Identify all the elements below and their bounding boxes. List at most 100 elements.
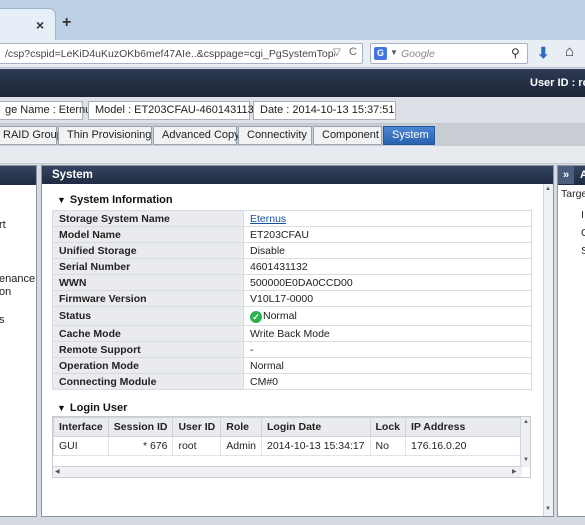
url-text[interactable]: /csp?cspid=LeKiD4uKuzOKb6mef47AIe..&cspp… <box>5 48 335 60</box>
collapse-triangle-icon[interactable]: ▼ <box>57 195 66 205</box>
search-engine-dropdown-icon[interactable]: ▼ <box>390 48 398 57</box>
tab-system[interactable]: System <box>383 126 435 145</box>
vertical-scrollbar[interactable]: ▲ ▼ <box>520 417 530 467</box>
scroll-up-icon[interactable]: ▲ <box>545 186 551 192</box>
url-bar[interactable]: /csp?cspid=LeKiD4uKuzOKb6mef47AIe..&cspp… <box>0 43 363 64</box>
login-user-header[interactable]: ▼ Login User <box>57 402 127 414</box>
collapse-triangle-icon[interactable]: ▼ <box>57 403 66 413</box>
table-row: Remote Support - <box>52 341 532 358</box>
search-input[interactable]: Google <box>401 48 435 60</box>
field-label: Serial Number <box>52 258 244 275</box>
field-value: Write Back Mode <box>243 325 532 342</box>
column-header[interactable]: Session ID <box>107 417 174 437</box>
column-header[interactable]: User ID <box>172 417 222 437</box>
search-icon[interactable]: ⚲ <box>511 46 520 60</box>
login-user-table: Interface Session ID User ID Role Login … <box>53 417 521 456</box>
column-header[interactable]: IP Address <box>405 417 521 437</box>
table-cell: Admin <box>220 436 262 456</box>
left-nav-item[interactable]: s <box>0 314 5 326</box>
action-item[interactable]: I <box>581 209 584 221</box>
panel-scrollbar[interactable]: ▲ ▼ <box>543 184 553 516</box>
system-panel: System ▼ System Information Storage Syste… <box>41 165 554 517</box>
field-value: ✓ Normal <box>243 306 532 326</box>
table-row: Cache Mode Write Back Mode <box>52 325 532 342</box>
field-value: Disable <box>243 242 532 259</box>
table-row[interactable]: GUI * 676 root Admin 2014-10-13 15:34:17… <box>53 436 521 456</box>
table-cell: No <box>369 436 407 456</box>
tab-advanced-copy[interactable]: Advanced Copy <box>153 126 240 145</box>
column-header[interactable]: Interface <box>53 417 109 437</box>
field-value: CM#0 <box>243 373 532 390</box>
left-nav-item[interactable]: enance <box>0 273 35 285</box>
field-value: 4601431132 <box>243 258 532 275</box>
horizontal-scrollbar[interactable]: ◀ ▶ <box>53 466 522 477</box>
browser-tabstrip: × + <box>0 0 585 40</box>
field-label: Cache Mode <box>52 325 244 342</box>
field-label: Unified Storage <box>52 242 244 259</box>
date-box: Date : 2014-10-13 15:37:51 <box>253 101 396 120</box>
url-dropdown-icon[interactable]: ▽ <box>333 47 341 58</box>
field-label: WWN <box>52 274 244 291</box>
left-nav-item[interactable]: on <box>0 286 11 298</box>
left-panel-header <box>0 166 36 185</box>
field-value: ET203CFAU <box>243 226 532 243</box>
action-item[interactable]: S <box>581 245 585 257</box>
tab-raid-group[interactable]: RAID Group <box>0 126 63 145</box>
scroll-up-icon[interactable]: ▲ <box>523 419 529 425</box>
column-header[interactable]: Login Date <box>261 417 371 437</box>
field-label: Storage System Name <box>52 210 244 227</box>
field-label: Firmware Version <box>52 290 244 307</box>
scroll-down-icon[interactable]: ▼ <box>523 457 529 463</box>
field-label: Connecting Module <box>52 373 244 390</box>
action-panel-header: » A <box>558 166 585 185</box>
table-row: Model Name ET203CFAU <box>52 226 532 243</box>
status-text: Normal <box>263 309 297 322</box>
table-cell: root <box>172 436 222 456</box>
field-value: Eternus <box>243 210 532 227</box>
model-box: Model : ET203CFAU-4601431132 <box>88 101 260 120</box>
field-label: Remote Support <box>52 341 244 358</box>
field-value: Normal <box>243 357 532 374</box>
search-bar[interactable]: G ▼ Google ⚲ <box>370 43 528 64</box>
tab-connectivity[interactable]: Connectivity <box>238 126 312 145</box>
table-row: Status ✓ Normal <box>52 306 532 326</box>
table-row: Unified Storage Disable <box>52 242 532 259</box>
field-label: Status <box>52 306 244 326</box>
scroll-right-icon[interactable]: ▶ <box>512 468 517 475</box>
storage-system-name-link[interactable]: Eternus <box>250 213 286 225</box>
table-header-row: Interface Session ID User ID Role Login … <box>53 417 521 437</box>
system-information-header[interactable]: ▼ System Information <box>57 194 173 206</box>
scroll-down-icon[interactable]: ▼ <box>545 506 551 512</box>
new-tab-icon[interactable]: + <box>62 14 71 32</box>
expand-panel-icon[interactable]: » <box>558 166 574 184</box>
close-tab-icon[interactable]: × <box>36 17 44 33</box>
column-header[interactable]: Lock <box>369 417 407 437</box>
table-cell: 176.16.0.20 <box>405 436 521 456</box>
section-title-text: System Information <box>69 194 173 206</box>
column-header[interactable]: Role <box>220 417 262 437</box>
search-engine-icon[interactable]: G <box>374 47 387 60</box>
action-item[interactable]: C <box>581 227 585 239</box>
field-label: Model Name <box>52 226 244 243</box>
user-id-label: User ID : roo <box>530 77 585 89</box>
left-nav-item[interactable]: rt <box>0 219 6 231</box>
reload-icon[interactable]: C <box>349 46 357 58</box>
tab-component[interactable]: Component <box>313 126 382 145</box>
home-icon[interactable]: ⌂ <box>565 43 574 60</box>
table-row: Storage System Name Eternus <box>52 210 532 227</box>
table-cell: * 676 <box>107 436 174 456</box>
field-value: 500000E0DA0CCD00 <box>243 274 532 291</box>
action-panel: » A Targe I C S <box>557 165 585 517</box>
browser-navbar: /csp?cspid=LeKiD4uKuzOKb6mef47AIe..&cspp… <box>0 40 585 68</box>
table-row: WWN 500000E0DA0CCD00 <box>52 274 532 291</box>
tab-thin-provisioning[interactable]: Thin Provisioning <box>58 126 152 145</box>
section-title-text: Login User <box>69 402 128 414</box>
field-value: - <box>243 341 532 358</box>
download-icon[interactable]: ⬇ <box>537 44 550 62</box>
table-row: Serial Number 4601431132 <box>52 258 532 275</box>
field-label: Operation Mode <box>52 357 244 374</box>
browser-tab[interactable]: × <box>0 8 56 40</box>
scroll-left-icon[interactable]: ◀ <box>55 468 60 475</box>
panel-title: System <box>42 166 553 184</box>
app-header: User ID : roo <box>0 69 585 97</box>
